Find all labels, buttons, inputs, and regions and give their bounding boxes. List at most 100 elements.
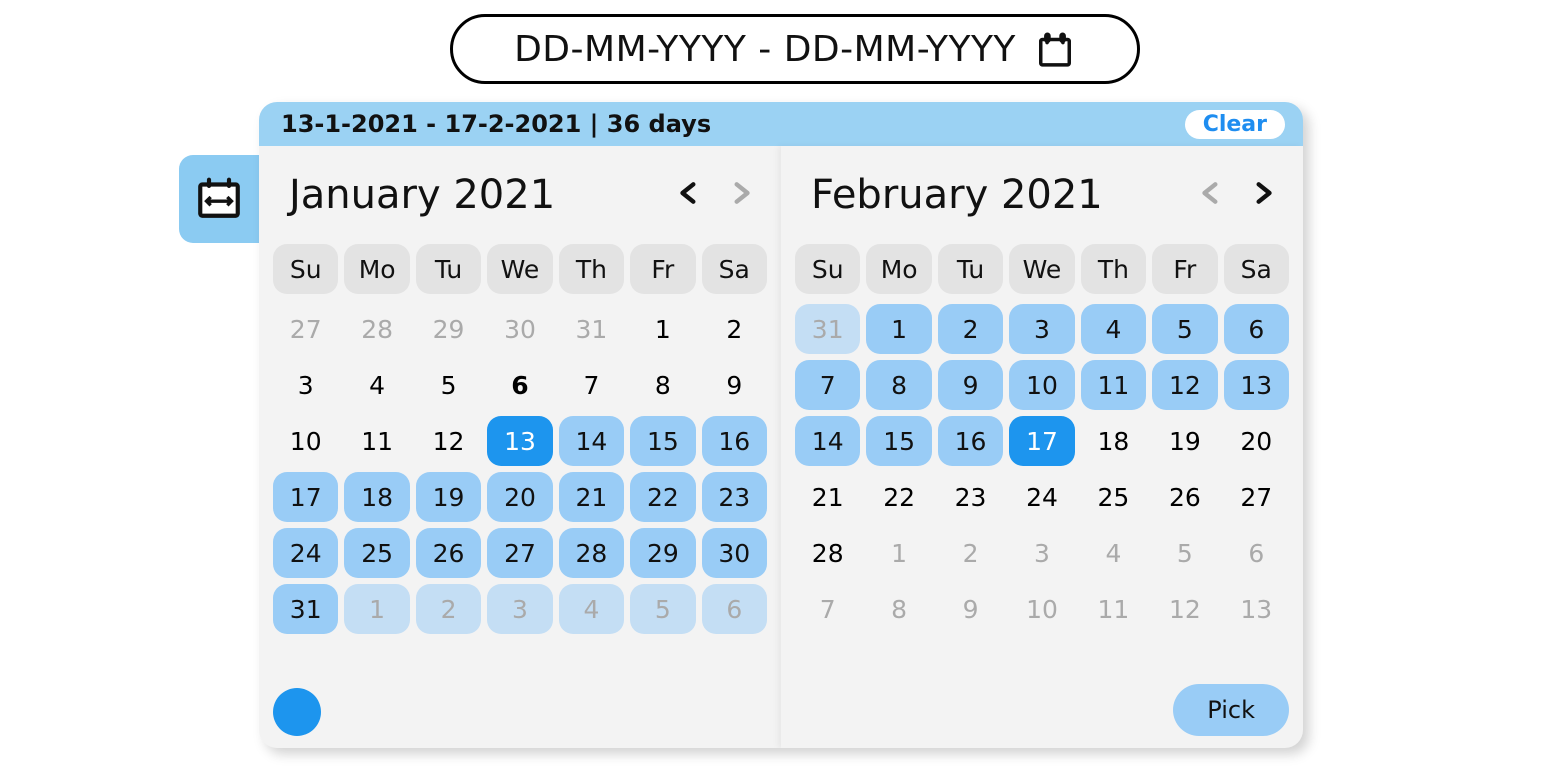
date-range-input[interactable]: DD-MM-YYYY - DD-MM-YYYY: [450, 14, 1140, 84]
day-cell[interactable]: 1: [630, 304, 695, 354]
day-cell[interactable]: 20: [1224, 416, 1289, 466]
dow-cell: Mo: [344, 244, 409, 294]
day-cell[interactable]: 30: [487, 304, 552, 354]
calendar-range-icon: [194, 172, 244, 226]
day-cell[interactable]: 27: [1224, 472, 1289, 522]
day-cell[interactable]: 16: [938, 416, 1003, 466]
day-cell[interactable]: 1: [866, 304, 931, 354]
dow-cell: Th: [1081, 244, 1146, 294]
day-cell[interactable]: 12: [416, 416, 481, 466]
days-grid-left: 2728293031123456789101112131415161718192…: [273, 304, 767, 634]
day-cell[interactable]: 2: [702, 304, 767, 354]
day-cell[interactable]: 26: [416, 528, 481, 578]
month-right: February 2021 SuMoTuWeThFrSa 3112345: [781, 146, 1303, 748]
week-row: 14151617181920: [795, 416, 1289, 466]
day-cell[interactable]: 9: [938, 584, 1003, 634]
day-cell[interactable]: 6: [1224, 528, 1289, 578]
day-cell[interactable]: 28: [344, 304, 409, 354]
day-cell[interactable]: 17: [273, 472, 338, 522]
day-cell[interactable]: 7: [795, 584, 860, 634]
pick-button[interactable]: Pick: [1173, 684, 1289, 736]
day-cell[interactable]: 6: [487, 360, 552, 410]
accent-color-swatch[interactable]: [273, 688, 321, 736]
day-cell[interactable]: 18: [344, 472, 409, 522]
day-cell[interactable]: 6: [1224, 304, 1289, 354]
day-cell[interactable]: 11: [344, 416, 409, 466]
day-cell[interactable]: 29: [416, 304, 481, 354]
day-cell[interactable]: 3: [487, 584, 552, 634]
day-cell[interactable]: 14: [795, 416, 860, 466]
day-cell[interactable]: 5: [416, 360, 481, 410]
day-cell[interactable]: 14: [559, 416, 624, 466]
day-cell[interactable]: 3: [1009, 304, 1074, 354]
day-cell[interactable]: 27: [487, 528, 552, 578]
day-cell[interactable]: 7: [795, 360, 860, 410]
day-cell[interactable]: 21: [559, 472, 624, 522]
day-cell[interactable]: 16: [702, 416, 767, 466]
month-left: January 2021 SuMoTuWeThFrSa 27282930: [259, 146, 781, 748]
day-cell[interactable]: 30: [702, 528, 767, 578]
day-cell[interactable]: 4: [1081, 304, 1146, 354]
day-cell[interactable]: 28: [795, 528, 860, 578]
clear-button[interactable]: Clear: [1185, 110, 1285, 139]
day-cell[interactable]: 5: [1152, 528, 1217, 578]
day-cell[interactable]: 18: [1081, 416, 1146, 466]
day-cell[interactable]: 24: [1009, 472, 1074, 522]
day-cell[interactable]: 10: [1009, 360, 1074, 410]
day-cell[interactable]: 19: [416, 472, 481, 522]
date-range-tab[interactable]: [179, 155, 259, 243]
day-cell[interactable]: 3: [273, 360, 338, 410]
day-cell[interactable]: 22: [630, 472, 695, 522]
day-cell[interactable]: 9: [938, 360, 1003, 410]
next-month-right-button[interactable]: [1243, 175, 1283, 215]
day-cell[interactable]: 20: [487, 472, 552, 522]
day-cell[interactable]: 12: [1152, 584, 1217, 634]
day-cell[interactable]: 13: [487, 416, 552, 466]
day-cell[interactable]: 26: [1152, 472, 1217, 522]
day-cell[interactable]: 1: [344, 584, 409, 634]
day-cell[interactable]: 4: [559, 584, 624, 634]
day-cell[interactable]: 28: [559, 528, 624, 578]
day-cell[interactable]: 7: [559, 360, 624, 410]
day-cell[interactable]: 15: [630, 416, 695, 466]
day-cell[interactable]: 22: [866, 472, 931, 522]
day-cell[interactable]: 11: [1081, 360, 1146, 410]
day-cell[interactable]: 5: [1152, 304, 1217, 354]
day-cell[interactable]: 21: [795, 472, 860, 522]
day-cell[interactable]: 10: [273, 416, 338, 466]
day-cell[interactable]: 4: [344, 360, 409, 410]
day-cell[interactable]: 25: [344, 528, 409, 578]
day-cell[interactable]: 8: [630, 360, 695, 410]
day-cell[interactable]: 4: [1081, 528, 1146, 578]
prev-month-left-button[interactable]: [669, 175, 709, 215]
day-cell[interactable]: 29: [630, 528, 695, 578]
day-cell[interactable]: 9: [702, 360, 767, 410]
day-cell[interactable]: 2: [938, 528, 1003, 578]
day-cell[interactable]: 1: [866, 528, 931, 578]
day-cell[interactable]: 31: [559, 304, 624, 354]
day-cell[interactable]: 17: [1009, 416, 1074, 466]
day-cell[interactable]: 23: [702, 472, 767, 522]
dow-row-right: SuMoTuWeThFrSa: [795, 244, 1289, 294]
day-cell[interactable]: 11: [1081, 584, 1146, 634]
day-cell[interactable]: 31: [795, 304, 860, 354]
day-cell[interactable]: 12: [1152, 360, 1217, 410]
day-cell[interactable]: 23: [938, 472, 1003, 522]
day-cell[interactable]: 25: [1081, 472, 1146, 522]
day-cell[interactable]: 15: [866, 416, 931, 466]
day-cell[interactable]: 2: [938, 304, 1003, 354]
day-cell[interactable]: 6: [702, 584, 767, 634]
day-cell[interactable]: 13: [1224, 360, 1289, 410]
day-cell[interactable]: 8: [866, 360, 931, 410]
day-cell[interactable]: 13: [1224, 584, 1289, 634]
week-row: 3456789: [273, 360, 767, 410]
day-cell[interactable]: 2: [416, 584, 481, 634]
day-cell[interactable]: 19: [1152, 416, 1217, 466]
day-cell[interactable]: 10: [1009, 584, 1074, 634]
day-cell[interactable]: 5: [630, 584, 695, 634]
day-cell[interactable]: 8: [866, 584, 931, 634]
day-cell[interactable]: 24: [273, 528, 338, 578]
day-cell[interactable]: 3: [1009, 528, 1074, 578]
day-cell[interactable]: 27: [273, 304, 338, 354]
day-cell[interactable]: 31: [273, 584, 338, 634]
